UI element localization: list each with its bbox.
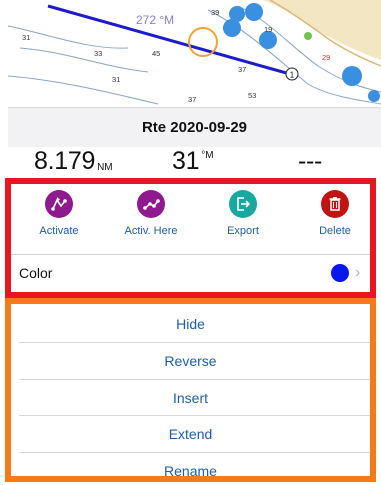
insert-button[interactable]: Insert — [11, 380, 370, 416]
activate-here-label: Activ. Here — [124, 225, 178, 237]
bearing-stat: 31 °M — [172, 147, 214, 177]
time-value: --- — [298, 147, 323, 175]
chevron-right-icon: › — [355, 264, 361, 281]
activate-label: Activate — [39, 225, 79, 237]
route-activate-here-icon — [137, 190, 165, 218]
distance-unit: NM — [97, 162, 113, 173]
waypoint-number: 1 — [290, 71, 295, 80]
reverse-button[interactable]: Reverse — [11, 343, 370, 379]
bearing-unit: °M — [201, 150, 214, 161]
hide-button[interactable]: Hide — [11, 306, 370, 342]
depth-label: 31 — [112, 75, 120, 84]
time-stat: --- — [298, 147, 322, 177]
color-label: Color — [19, 265, 53, 281]
activate-button[interactable]: Activate — [19, 190, 99, 237]
color-swatch — [331, 264, 349, 282]
action-row: Activate Activ. Here Export Delete — [11, 190, 370, 254]
depth-label: 45 — [152, 49, 160, 58]
route-actions-panel: Activate Activ. Here Export Delete Color… — [5, 178, 376, 298]
rename-button[interactable]: Rename — [11, 453, 370, 476]
route-stats: 8.179 NM 31 °M --- — [8, 147, 381, 177]
depth-label: 29 — [322, 53, 330, 62]
route-title: Rte 2020-09-29 — [141, 119, 248, 136]
export-icon — [229, 190, 257, 218]
trash-icon — [321, 190, 349, 218]
route-activate-icon — [45, 190, 73, 218]
depth-label: 37 — [238, 65, 246, 74]
delete-label: Delete — [319, 225, 351, 237]
route-options-menu: Hide Reverse Insert Extend Rename — [5, 298, 376, 482]
route-bearing-label: 272 °M — [136, 13, 174, 27]
depth-label: 39 — [211, 8, 219, 17]
route-title-bar: Rte 2020-09-29 — [8, 107, 381, 147]
chart-map-graphic: 1 272 °M 31 33 45 31 37 53 37 39 19 29 — [8, 0, 381, 105]
depth-label: 19 — [264, 25, 272, 34]
color-setting-row[interactable]: Color › — [11, 254, 370, 292]
depth-label: 33 — [94, 49, 102, 58]
depth-label: 31 — [22, 33, 30, 42]
delete-button[interactable]: Delete — [295, 190, 375, 237]
depth-label: 37 — [188, 95, 196, 104]
distance-value: 8.179 — [34, 147, 96, 175]
export-label: Export — [227, 225, 259, 237]
distance-stat: 8.179 NM — [34, 147, 113, 177]
chart-map[interactable]: 1 272 °M 31 33 45 31 37 53 37 39 19 29 — [8, 0, 381, 107]
depth-label: 53 — [248, 91, 256, 100]
bearing-value: 31 — [172, 147, 200, 175]
activate-here-button[interactable]: Activ. Here — [111, 190, 191, 237]
extend-button[interactable]: Extend — [11, 416, 370, 452]
export-button[interactable]: Export — [203, 190, 283, 237]
